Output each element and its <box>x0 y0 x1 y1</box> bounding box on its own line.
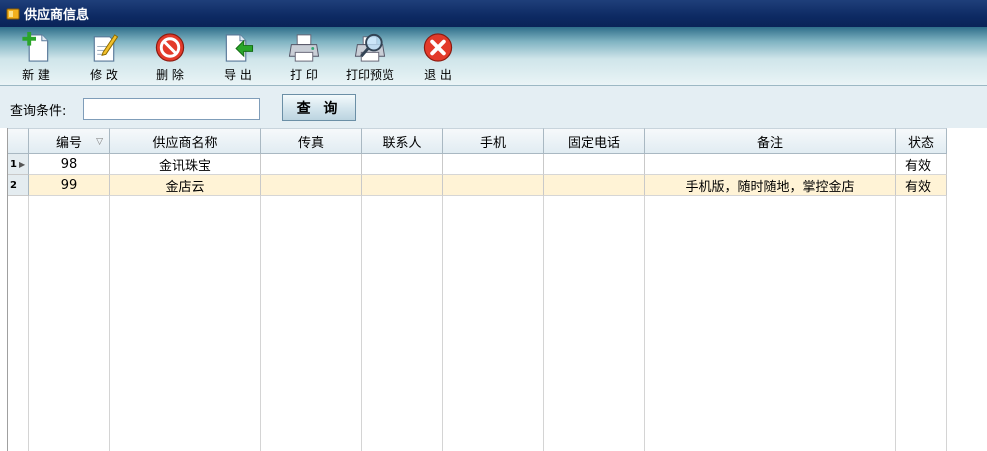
current-row-arrow-icon: ▶ <box>18 159 26 169</box>
column-header-status[interactable]: 状态 <box>896 128 947 154</box>
export-button[interactable]: 导 出 <box>210 31 266 83</box>
query-label: 查询条件: <box>10 104 67 119</box>
table-row[interactable]: 2 99 金店云 手机版，随时随地，掌控金店 有效 <box>8 175 947 196</box>
column-header-contact[interactable]: 联系人 <box>362 128 443 154</box>
column-divider <box>946 196 947 451</box>
new-button[interactable]: 新 建 <box>8 31 64 83</box>
query-bar: 查询条件: 查 询 <box>0 86 987 128</box>
edit-button[interactable]: 修 改 <box>76 31 132 83</box>
exit-icon <box>423 33 453 62</box>
cell-status[interactable]: 有效 <box>896 175 947 196</box>
column-header-name[interactable]: 供应商名称 <box>110 128 261 154</box>
cell-name[interactable]: 金讯珠宝 <box>110 154 261 175</box>
cell-contact[interactable] <box>362 175 443 196</box>
cell-code[interactable]: 98 <box>29 154 110 175</box>
window-titlebar: 供应商信息 <box>0 0 987 27</box>
print-button[interactable]: 打 印 <box>276 31 332 83</box>
cell-phone[interactable] <box>544 154 645 175</box>
column-divider <box>644 196 645 451</box>
column-header-fax[interactable]: 传真 <box>261 128 362 154</box>
table-row[interactable]: 1 ▶ 98 金讯珠宝 有效 <box>8 154 947 175</box>
new-button-label: 新 建 <box>22 68 50 82</box>
edit-pencil-icon <box>93 34 119 62</box>
print-preview-button[interactable]: 打印预览 <box>342 31 398 83</box>
sort-icon: ▽ <box>96 137 103 147</box>
column-divider <box>895 196 896 451</box>
query-button[interactable]: 查 询 <box>282 94 356 121</box>
cell-code[interactable]: 99 <box>29 175 110 196</box>
column-divider <box>361 196 362 451</box>
delete-icon <box>155 33 185 62</box>
print-preview-icon <box>354 33 386 62</box>
edit-button-label: 修 改 <box>90 68 118 82</box>
cell-fax[interactable] <box>261 154 362 175</box>
row-selector[interactable]: 2 <box>8 175 29 196</box>
row-selector[interactable]: 1 ▶ <box>8 154 29 175</box>
row-header-corner <box>8 128 29 154</box>
column-divider <box>442 196 443 451</box>
delete-button-label: 删 除 <box>156 68 184 82</box>
query-input[interactable] <box>83 98 260 120</box>
column-header-code[interactable]: 编号 ▽ <box>29 128 110 154</box>
column-header-remark[interactable]: 备注 <box>645 128 896 154</box>
cell-remark[interactable] <box>645 154 896 175</box>
app-icon <box>6 8 20 19</box>
cell-contact[interactable] <box>362 154 443 175</box>
print-preview-button-label: 打印预览 <box>345 68 394 82</box>
column-divider <box>28 196 29 451</box>
cell-phone[interactable] <box>544 175 645 196</box>
export-icon <box>225 34 254 62</box>
supplier-table: 编号 ▽ 供应商名称 传真 联系人 手机 固定电话 备注 状态 1 ▶ 98 金讯… <box>7 128 987 451</box>
exit-button-label: 退 出 <box>424 68 452 82</box>
cell-mobile[interactable] <box>443 175 544 196</box>
column-divider <box>260 196 261 451</box>
cell-mobile[interactable] <box>443 154 544 175</box>
cell-status[interactable]: 有效 <box>896 154 947 175</box>
column-divider <box>109 196 110 451</box>
printer-icon <box>288 34 320 62</box>
window-title: 供应商信息 <box>24 8 90 23</box>
cell-remark[interactable]: 手机版，随时随地，掌控金店 <box>645 175 896 196</box>
toolbar: 新 建 修 改 删 除 导 出 打 印 打印预览 退 出 <box>0 27 987 86</box>
print-button-label: 打 印 <box>290 68 318 82</box>
cell-fax[interactable] <box>261 175 362 196</box>
column-divider <box>543 196 544 451</box>
new-doc-icon <box>22 31 49 62</box>
column-header-mobile[interactable]: 手机 <box>443 128 544 154</box>
exit-button[interactable]: 退 出 <box>410 31 466 83</box>
export-button-label: 导 出 <box>224 68 252 82</box>
delete-button[interactable]: 删 除 <box>142 31 198 83</box>
cell-name[interactable]: 金店云 <box>110 175 261 196</box>
column-header-phone[interactable]: 固定电话 <box>544 128 645 154</box>
